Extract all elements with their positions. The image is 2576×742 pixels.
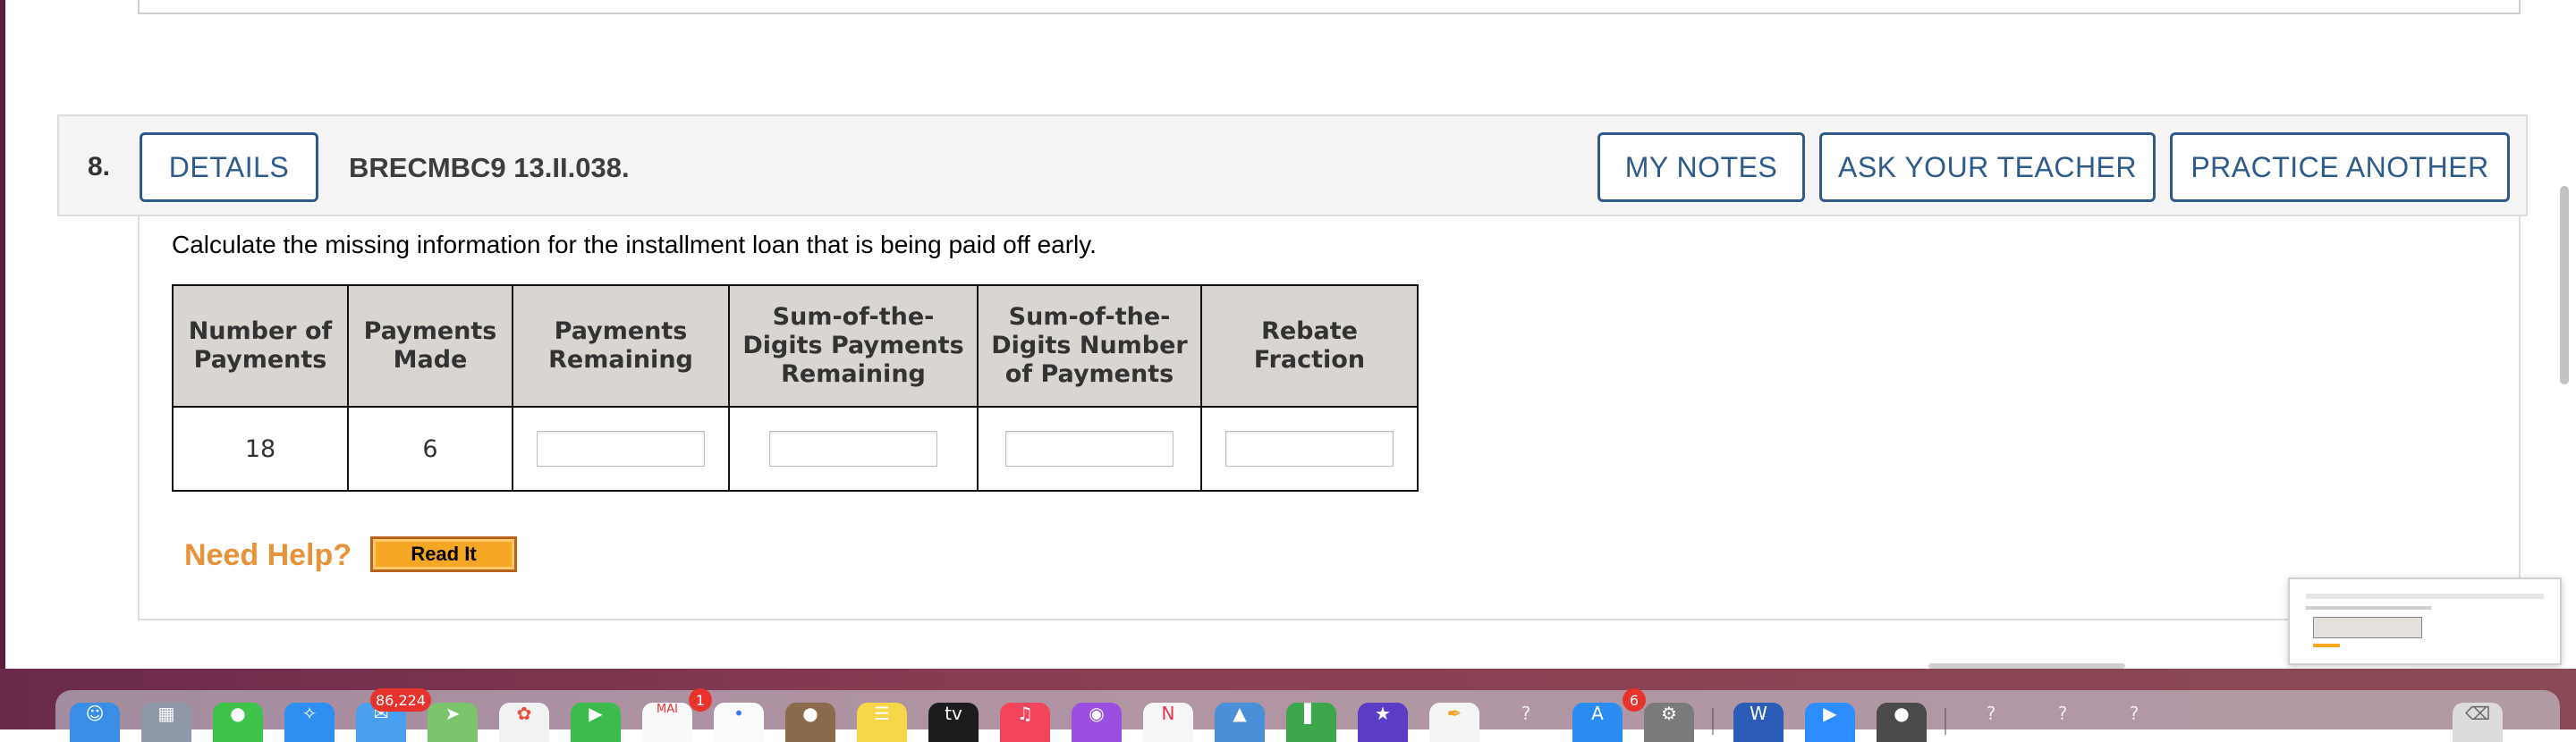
header-line: Payments bbox=[193, 346, 327, 374]
header-line: Payments bbox=[363, 317, 497, 345]
thumbnail-table bbox=[2313, 617, 2422, 638]
word-icon[interactable]: W bbox=[1733, 703, 1784, 742]
practice-another-button[interactable]: PRACTICE ANOTHER bbox=[2170, 132, 2510, 202]
screenshot-thumbnail[interactable] bbox=[2288, 578, 2562, 665]
safari-icon[interactable]: ✧ bbox=[284, 703, 335, 742]
keynote-icon[interactable]: ▲ bbox=[1215, 703, 1265, 742]
question-number: 8. bbox=[88, 152, 111, 181]
thumbnail-text-line bbox=[2306, 606, 2431, 610]
sod-number-of-payments-input[interactable] bbox=[1005, 431, 1174, 467]
launchpad-icon[interactable]: ▦ bbox=[141, 703, 191, 742]
dock-separator bbox=[1712, 708, 1714, 735]
header-line: Rebate bbox=[1261, 317, 1358, 345]
header-line: Remaining bbox=[548, 346, 693, 374]
finder-icon[interactable]: ☺ bbox=[70, 703, 120, 742]
imovie-icon[interactable]: ★ bbox=[1358, 703, 1408, 742]
notes-app-icon[interactable]: ● bbox=[785, 703, 835, 742]
placeholder-app-icon[interactable]: ? bbox=[2109, 703, 2159, 742]
header-sod-number-of-payments: Sum-of-the- Digits Number of Payments bbox=[977, 284, 1202, 408]
table-row: 18 6 bbox=[172, 406, 1419, 492]
header-sod-payments-remaining: Sum-of-the- Digits Payments Remaining bbox=[728, 284, 979, 408]
header-rebate-fraction: Rebate Fraction bbox=[1200, 284, 1419, 408]
header-line: Payments bbox=[554, 317, 688, 345]
calendar-month: MAI bbox=[657, 703, 678, 716]
dock-separator bbox=[1945, 708, 1946, 735]
apple-tv-icon[interactable]: tv bbox=[928, 703, 979, 742]
loan-table: Number of Payments Payments Made Payment… bbox=[172, 284, 1419, 492]
rebate-fraction-input[interactable] bbox=[1225, 431, 1394, 467]
question-code: BRECMBC9 13.II.038. bbox=[349, 152, 630, 183]
tv-label: tv bbox=[945, 703, 962, 724]
news-icon[interactable]: N bbox=[1143, 703, 1193, 742]
cell-sod-number-of-payments bbox=[977, 406, 1202, 492]
thumbnail-header-line bbox=[2306, 594, 2544, 599]
header-line: Remaining bbox=[781, 360, 926, 388]
question-header: 8. DETAILS BRECMBC9 13.II.038. MY NOTES … bbox=[57, 114, 2528, 216]
mail-badge: 86,224 bbox=[370, 688, 431, 712]
payments-remaining-input[interactable] bbox=[537, 431, 705, 467]
header-line: Digits Payments bbox=[742, 332, 964, 359]
cell-number-of-payments: 18 bbox=[172, 406, 349, 492]
my-notes-button[interactable]: MY NOTES bbox=[1597, 132, 1805, 202]
podcasts-icon[interactable]: ◉ bbox=[1072, 703, 1122, 742]
facetime-icon[interactable]: ▶ bbox=[571, 703, 621, 742]
header-line: Sum-of-the- bbox=[772, 303, 935, 331]
header-line: of Payments bbox=[1004, 360, 1174, 388]
header-line: Sum-of-the- bbox=[1008, 303, 1171, 331]
placeholder-app-icon[interactable]: ? bbox=[1501, 703, 1551, 742]
stickies-icon[interactable]: ☰ bbox=[857, 703, 907, 742]
ask-your-teacher-button[interactable]: ASK YOUR TEACHER bbox=[1819, 132, 2156, 202]
question-body: Calculate the missing information for th… bbox=[138, 216, 2521, 620]
read-it-button[interactable]: Read It bbox=[370, 536, 517, 572]
zoom-icon[interactable]: ▶ bbox=[1805, 703, 1855, 742]
thumbnail-readit bbox=[2313, 644, 2340, 647]
app-store-icon[interactable]: A bbox=[1572, 703, 1623, 742]
browser-window: 8. DETAILS BRECMBC9 13.II.038. MY NOTES … bbox=[5, 0, 2576, 669]
previous-question-box bbox=[138, 0, 2521, 14]
messages-icon[interactable]: ● bbox=[213, 703, 263, 742]
music-icon[interactable]: ♫ bbox=[1000, 703, 1050, 742]
placeholder-app-icon[interactable]: ? bbox=[2038, 703, 2088, 742]
calendar-badge: 1 bbox=[689, 688, 712, 712]
dock: ☺ ▦ ● ✧ ✉ 86,224 ➤ ✿ ▶ MAI 1 • ● ☰ tv ♫ … bbox=[55, 688, 2560, 742]
calendar-icon[interactable]: MAI bbox=[642, 703, 692, 742]
table-header-row: Number of Payments Payments Made Payment… bbox=[172, 284, 1419, 408]
details-button[interactable]: DETAILS bbox=[140, 132, 318, 202]
header-line: Made bbox=[393, 346, 468, 374]
header-payments-remaining: Payments Remaining bbox=[512, 284, 730, 408]
utility-app-icon[interactable]: ● bbox=[1877, 703, 1927, 742]
reminders-icon[interactable]: • bbox=[714, 703, 764, 742]
cell-sod-payments-remaining bbox=[728, 406, 979, 492]
maps-icon[interactable]: ➤ bbox=[428, 703, 478, 742]
cell-payments-remaining bbox=[512, 406, 730, 492]
instruction-text: Calculate the missing information for th… bbox=[172, 231, 1097, 258]
cell-rebate-fraction bbox=[1200, 406, 1419, 492]
cell-payments-made: 6 bbox=[347, 406, 513, 492]
header-line: Digits Number bbox=[991, 332, 1188, 359]
pages-icon[interactable]: ✒ bbox=[1429, 703, 1479, 742]
vertical-scrollbar[interactable] bbox=[2560, 186, 2569, 384]
header-line: Number of bbox=[188, 317, 333, 345]
system-settings-icon[interactable]: ⚙ bbox=[1644, 703, 1694, 742]
photos-icon[interactable]: ✿ bbox=[499, 703, 549, 742]
app-store-badge: 6 bbox=[1623, 688, 1646, 712]
need-help-label: Need Help? bbox=[184, 538, 352, 572]
header-line: Fraction bbox=[1253, 346, 1366, 374]
sod-payments-remaining-input[interactable] bbox=[769, 431, 937, 467]
header-payments-made: Payments Made bbox=[347, 284, 513, 408]
numbers-icon[interactable]: ▌ bbox=[1286, 703, 1336, 742]
trash-icon[interactable]: ⌫ bbox=[2453, 703, 2503, 742]
header-number-of-payments: Number of Payments bbox=[172, 284, 349, 408]
placeholder-app-icon[interactable]: ? bbox=[1966, 703, 2016, 742]
